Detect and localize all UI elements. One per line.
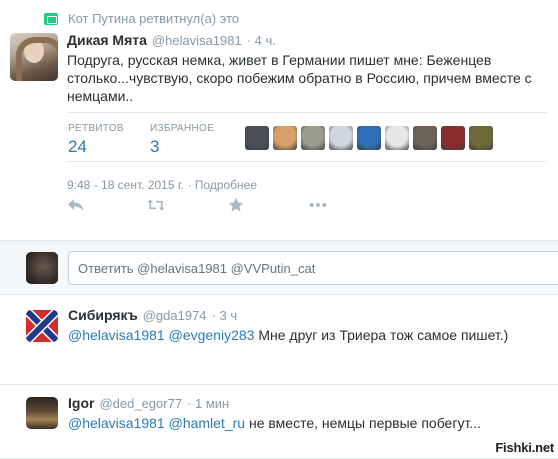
author-handle[interactable]: @ded_egor77 (99, 396, 182, 411)
author-handle[interactable]: @gda1974 (143, 308, 207, 323)
reply-icon[interactable] (67, 196, 85, 214)
mention-links[interactable]: @helavisa1981 @evgeniy283 (68, 327, 254, 343)
reply-tweet: Igor @ded_egor77 · 1 мин @helavisa1981 @… (0, 385, 558, 459)
author-handle[interactable]: @helavisa1981 (152, 33, 242, 48)
reply-text: @helavisa1981 @hamlet_ru не вместе, немц… (68, 415, 481, 431)
reply-text: @helavisa1981 @evgeniy283 Мне друг из Тр… (68, 327, 508, 343)
retweet-icon[interactable] (147, 196, 165, 214)
reply-author: Igor @ded_egor77 · 1 мин (68, 395, 229, 411)
reply-body: Мне друг из Триера тож самое пишет.) (254, 327, 509, 343)
author-name[interactable]: Сибирякъ (68, 307, 138, 323)
avatar[interactable] (26, 310, 58, 342)
favoriter-avatar[interactable] (329, 126, 353, 150)
avatar[interactable] (26, 397, 58, 429)
favorites-stat[interactable]: ИЗБРАННОЕ 3 (150, 123, 214, 157)
retweet-context-text[interactable]: Кот Путина ретвитнул(а) это (68, 11, 239, 26)
tweet-date: 9:48 - 18 сент. 2015 г. (67, 178, 185, 192)
reply-composer: Ответить @helavisa1981 @VVPutin_cat (0, 240, 558, 295)
watermark: Fishki.net (495, 440, 554, 455)
author-name[interactable]: Igor (68, 395, 94, 411)
retweets-count: 24 (68, 137, 87, 156)
reply-tweet: Сибирякъ @gda1974 · 3 ч @helavisa1981 @e… (0, 295, 558, 385)
author-name[interactable]: Дикая Мята (67, 32, 147, 48)
tweet-time[interactable]: · 3 ч (212, 308, 238, 323)
favorites-label: ИЗБРАННОЕ (150, 123, 215, 134)
reply-input[interactable]: Ответить @helavisa1981 @VVPutin_cat (68, 251, 558, 285)
retweet-context: Кот Путина ретвитнул(а) это (44, 11, 239, 26)
main-tweet: Кот Путина ретвитнул(а) это Дикая Мята @… (0, 0, 558, 240)
favoriter-avatar[interactable] (413, 126, 437, 150)
favoriter-avatar[interactable] (357, 126, 381, 150)
tweet-time[interactable]: · 4 ч. (247, 33, 276, 48)
tweet-author: Дикая Мята @helavisa1981 · 4 ч. (67, 32, 276, 48)
favoriter-avatar[interactable] (441, 126, 465, 150)
star-icon[interactable] (227, 196, 245, 214)
retweets-stat[interactable]: РЕТВИТОВ 24 (68, 123, 124, 157)
retweets-label: РЕТВИТОВ (68, 123, 124, 134)
favoriter-avatar[interactable] (469, 126, 493, 150)
favoriter-avatars (245, 126, 493, 150)
favoriter-avatar[interactable] (273, 126, 297, 150)
favoriter-avatar[interactable] (245, 126, 269, 150)
avatar (26, 252, 58, 284)
tweet-meta: 9:48 - 18 сент. 2015 г. · Подробнее (67, 178, 257, 192)
tweet-stats: РЕТВИТОВ 24 ИЗБРАННОЕ 3 (67, 112, 547, 162)
favorites-count: 3 (150, 137, 160, 156)
favoriter-avatar[interactable] (301, 126, 325, 150)
mention-links[interactable]: @helavisa1981 @hamlet_ru (68, 415, 245, 431)
tweet-time[interactable]: · 1 мин (187, 396, 229, 411)
favoriter-avatar[interactable] (385, 126, 409, 150)
reply-author: Сибирякъ @gda1974 · 3 ч (68, 307, 237, 323)
reply-body: не вместе, немцы первые побегут... (245, 415, 481, 431)
more-icon[interactable] (309, 196, 327, 214)
details-link[interactable]: · Подробнее (187, 178, 257, 192)
retweet-icon (44, 12, 58, 25)
avatar[interactable] (10, 33, 58, 81)
tweet-text: Подруга, русская немка, живет в Германии… (67, 52, 532, 104)
